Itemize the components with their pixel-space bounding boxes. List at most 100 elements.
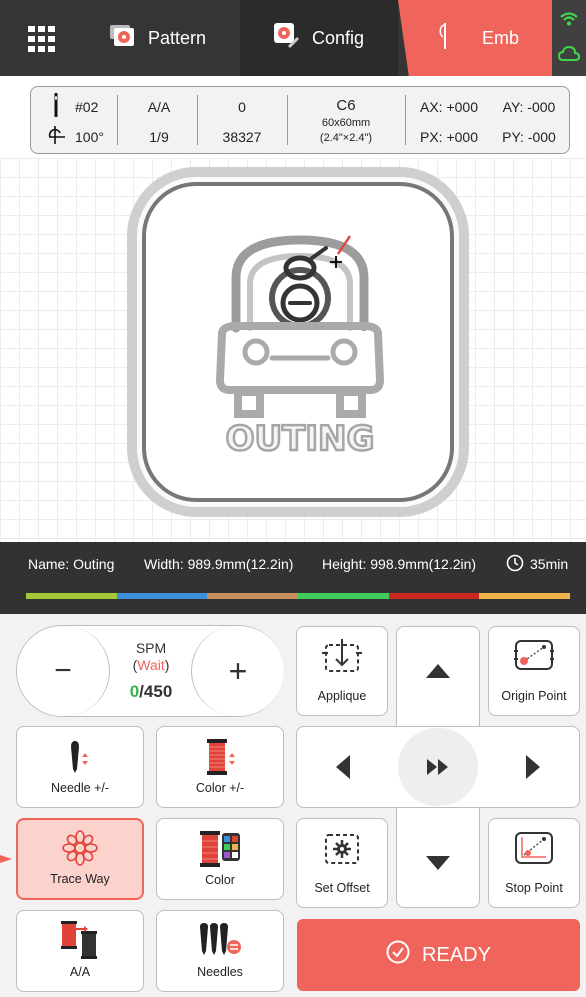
move-up-button[interactable]: [422, 654, 454, 686]
status-area: [552, 0, 586, 76]
design-height: Height: 998.9mm(12.2in): [322, 556, 477, 572]
sew-time: 35min: [530, 556, 569, 572]
arrow-right-icon: [526, 755, 540, 779]
color-segment: [116, 593, 208, 599]
ay-value: AY: -000: [502, 99, 556, 115]
color-step: 1/9: [149, 129, 169, 145]
move-left-button[interactable]: [326, 751, 358, 783]
applique-icon: [320, 637, 364, 680]
move-down-button[interactable]: [422, 848, 454, 880]
tab-pattern-label: Pattern: [148, 27, 207, 48]
hoop-preview: OUTING: [127, 167, 469, 517]
design-text: OUTING: [226, 419, 375, 459]
set-offset-icon: [320, 829, 364, 872]
wifi-icon: [560, 12, 578, 31]
ready-button[interactable]: READY: [297, 919, 580, 991]
stop-point-button[interactable]: Stop Point: [488, 818, 580, 908]
flower-icon: [110, 24, 136, 52]
needle-adjust-button[interactable]: Needle +/-: [16, 726, 144, 808]
color-button[interactable]: Color: [156, 818, 284, 900]
color-palette-icon: [198, 829, 242, 872]
origin-point-icon: [512, 637, 556, 680]
divider: [117, 95, 118, 145]
applique-label: Applique: [317, 689, 367, 703]
color-segment: [26, 593, 117, 599]
hoop-size-in: (2.4"×2.4"): [319, 132, 373, 144]
stop-point-label: Stop Point: [505, 881, 563, 895]
grid-menu-icon[interactable]: [28, 26, 56, 52]
needle-adjust-label: Needle +/-: [50, 781, 110, 795]
aa-label: A/A: [69, 965, 91, 979]
divider: [287, 95, 288, 145]
origin-point-button[interactable]: Origin Point: [488, 626, 580, 716]
design-name: Name: Outing: [28, 556, 115, 572]
arrow-up-icon: [426, 664, 450, 678]
ready-label: READY: [422, 943, 491, 966]
trace-flower-icon: [60, 830, 100, 869]
check-circle-icon: [386, 940, 410, 970]
arrow-left-icon: [336, 755, 350, 779]
design-canvas[interactable]: OUTING: [0, 158, 586, 542]
color-segment: [388, 593, 480, 599]
px-value: PX: +000: [420, 129, 478, 145]
spm-control: − + SPM (Wait) 0/450: [16, 625, 284, 717]
applique-button[interactable]: Applique: [296, 626, 388, 716]
fast-move-button[interactable]: [398, 728, 478, 806]
flower-gear-icon: [274, 22, 300, 54]
tab-emb-label: Emb: [482, 27, 520, 48]
spm-current: 0: [129, 682, 140, 701]
stop-point-icon: [512, 829, 556, 872]
divider: [197, 95, 198, 145]
thread-spool-icon: [203, 737, 237, 780]
color-segment: [479, 593, 571, 599]
color-adjust-button[interactable]: Color +/-: [156, 726, 284, 808]
spm-state-wrapper: (Wait): [132, 657, 170, 673]
move-right-button[interactable]: [518, 751, 550, 783]
hoop-name: C6: [336, 97, 356, 114]
tab-emb[interactable]: Emb: [398, 0, 552, 76]
thread-swap-icon: [58, 921, 102, 964]
tab-config-label: Config: [312, 27, 365, 48]
color-label: Color: [205, 873, 235, 887]
color-segment: [207, 593, 299, 599]
trace-way-label: Trace Way: [50, 872, 110, 886]
angle-icon: [47, 125, 67, 150]
set-offset-button[interactable]: Set Offset: [296, 818, 388, 908]
spm-state: Wait: [137, 657, 165, 673]
top-nav: Pattern Config Emb: [0, 0, 586, 76]
needle-icon: [438, 21, 452, 56]
aa-button[interactable]: A/A: [16, 910, 144, 992]
spm-increase-button[interactable]: +: [191, 626, 284, 716]
spm-title: SPM: [135, 640, 167, 656]
trace-way-button[interactable]: Trace Way: [16, 818, 144, 900]
spm-max: 450: [143, 682, 173, 701]
design-width: Width: 989.9mm(12.2in): [144, 556, 294, 572]
needle-icon: [51, 92, 61, 122]
needle-angle: 100°: [75, 129, 104, 145]
machine-info-panel: #02 100° A/A 1/9 0 38327 C6 60x60mm (2.4…: [30, 86, 570, 154]
fast-forward-icon: [427, 759, 448, 775]
hoop-size-mm: 60x60mm: [321, 117, 371, 129]
thread-mode: A/A: [147, 99, 171, 115]
origin-point-label: Origin Point: [501, 689, 567, 703]
cloud-icon: [557, 45, 581, 67]
color-adjust-label: Color +/-: [195, 781, 245, 795]
spm-decrease-button[interactable]: −: [17, 626, 110, 716]
set-offset-label: Set Offset: [314, 881, 370, 895]
tab-pattern[interactable]: Pattern: [100, 0, 240, 76]
needles-icon: [198, 921, 242, 964]
spm-value: 0/450: [109, 682, 193, 702]
design-info-strip: Name: Outing Width: 989.9mm(12.2in) Heig…: [0, 542, 586, 614]
current-stitch: 0: [238, 99, 246, 115]
arrow-down-icon: [426, 856, 450, 870]
total-stitches: 38327: [222, 129, 262, 145]
tab-config[interactable]: Config: [240, 0, 398, 76]
needle-adjust-icon: [65, 739, 95, 778]
divider: [405, 95, 406, 145]
py-value: PY: -000: [502, 129, 556, 145]
needle-number: #02: [75, 99, 99, 115]
clock-icon: [506, 554, 524, 575]
needles-button[interactable]: Needles: [156, 910, 284, 992]
pointer-arrow-icon: [0, 852, 16, 871]
color-segment: [298, 593, 389, 599]
